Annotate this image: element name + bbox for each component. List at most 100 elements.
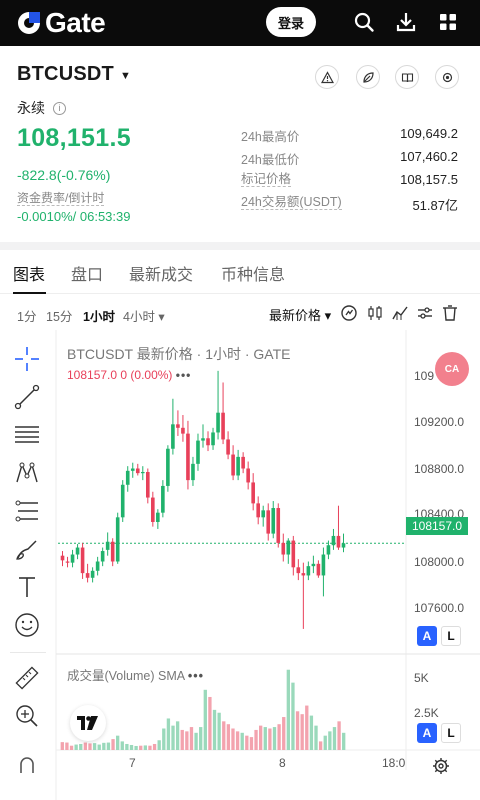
volume-bar [162,728,166,750]
tab-coin-info[interactable]: 币种信息 [221,261,285,285]
log-scale-button[interactable]: L [441,626,461,646]
volume-bar [125,743,129,750]
volume-bar [60,742,64,750]
tab-chart[interactable]: 图表 [13,261,45,285]
time-axis-label: 7 [129,756,136,770]
price-type-selector[interactable]: 最新价格 ▾ [269,305,331,324]
volume-bar [175,721,180,750]
candle-body [201,438,205,441]
ca-badge[interactable]: CA [435,352,469,386]
volume-bar [199,727,203,750]
drawing-chart-icon[interactable] [391,304,409,322]
volume-bar [208,696,212,750]
candle-body [331,535,336,546]
ruler-icon[interactable] [14,665,40,691]
volume-bar [240,732,244,750]
candle-body [120,484,125,518]
candlestick-type-icon[interactable] [366,304,384,322]
emoji-icon[interactable] [14,612,40,638]
volume-bar [143,745,147,750]
more-options-icon[interactable]: ••• [176,368,192,382]
volume-bar [189,727,194,750]
funding-rate-value: -0.0010%/ 06:53:39 [17,209,131,224]
volume-bar [318,741,323,750]
volume-log-scale-button[interactable]: L [441,723,461,743]
volume-bar [69,745,74,750]
volume-bar [83,742,88,750]
volume-bar [286,669,290,750]
candle-body [60,555,65,561]
volume-bar [309,715,314,750]
auto-scale-button[interactable]: A [417,626,437,646]
candle-body [90,570,95,578]
candle-body [291,540,296,568]
candle-body [110,541,115,562]
candle-body [316,563,321,576]
book-icon[interactable] [395,65,419,89]
candle-body [181,427,185,434]
funding-rate-label[interactable]: 资金费率/倒计时 [17,191,105,206]
contract-type-label: 永续 [17,100,45,116]
volume-bar [300,714,304,750]
delete-trash-icon[interactable] [441,304,459,322]
interval-4h[interactable]: 4小时 ▾ [123,306,165,325]
interval-1m[interactable]: 1分 [17,306,36,325]
volume-bar [152,743,157,750]
stat-label-low: 24h最低价 [241,153,300,167]
symbol-name: BTCUSDT [17,63,114,85]
volume-bar [116,735,120,750]
volume-bar [272,727,277,750]
candle-body [211,432,215,446]
volume-bar [212,709,217,750]
volume-more-icon[interactable]: ••• [188,669,204,683]
settings-gear-icon[interactable] [435,65,459,89]
info-icon[interactable]: i [53,101,66,115]
chart-area: BTCUSDT 最新价格 · 1小时 · GATE 108157.0 0 (0.… [0,330,480,800]
apps-grid-icon[interactable] [436,10,460,34]
interval-1h[interactable]: 1小时 [83,306,115,325]
pattern-tool-icon[interactable] [14,460,40,486]
tab-recent-trades[interactable]: 最新成交 [129,261,193,285]
indicator-icon[interactable] [340,304,358,322]
login-button[interactable]: 登录 [266,7,316,37]
search-icon[interactable] [352,10,376,34]
download-icon[interactable] [394,10,418,34]
text-tool-icon[interactable] [14,574,40,600]
price-axis-label: 109 [414,369,435,383]
drawing-toolbar [0,330,56,800]
tradingview-logo-icon[interactable] [70,705,106,741]
candle-body [281,542,286,555]
volume-bar [79,743,83,750]
stat-label-mark[interactable]: 标记价格 [241,172,292,187]
crosshair-icon[interactable] [14,346,40,372]
volume-bar [231,728,235,750]
candle-body [271,508,276,534]
price-axis-label: 108000.0 [414,555,465,569]
chart-settings-gear-icon[interactable] [431,756,451,776]
horizontal-lines-icon[interactable] [14,422,40,448]
sliders-settings-icon[interactable] [416,304,434,322]
gate-logo[interactable]: Gate [16,6,106,40]
zoom-in-icon[interactable] [14,703,40,729]
volume-bar [203,689,207,750]
volume-bar [166,718,171,750]
candle-body [321,554,326,576]
brush-icon[interactable] [14,536,40,562]
interval-15m[interactable]: 15分 [46,306,72,325]
candle-body [140,471,145,474]
magnet-icon[interactable] [17,756,37,776]
time-axis-label: 18:0 [382,756,406,770]
volume-auto-scale-button[interactable]: A [417,723,437,743]
fib-retracement-icon[interactable] [14,498,40,524]
tab-orderbook[interactable]: 盘口 [71,261,103,285]
active-tab-indicator [13,292,46,294]
trend-line-icon[interactable] [14,384,40,410]
candle-body [100,551,105,562]
candle-body [105,541,110,550]
alert-triangle-icon[interactable] [315,65,339,89]
chart-legend-values: 108157.0 0 (0.00%) ••• [67,368,191,382]
symbol-selector[interactable]: BTCUSDT ▼ [17,63,131,86]
candle-body [336,535,341,548]
volume-bar [305,705,309,750]
leaf-icon[interactable] [356,65,380,89]
